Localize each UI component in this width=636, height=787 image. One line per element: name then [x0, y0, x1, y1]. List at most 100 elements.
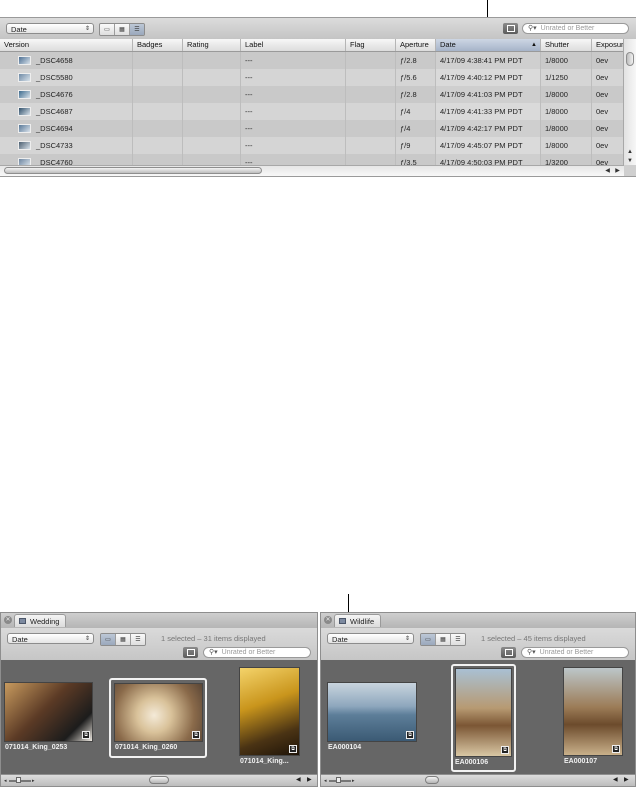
cell-version-text: _DSC4687: [36, 107, 73, 116]
table-row[interactable]: _DSC4694 --- ƒ/4 4/17/09 4:42:17 PM PDT 1/80…: [0, 120, 624, 137]
filter-icon: [506, 25, 515, 32]
column-header-rating[interactable]: Rating: [183, 39, 241, 51]
table-row[interactable]: _DSC4733 --- ƒ/9 4/17/09 4:45:07 PM PDT 1/80…: [0, 137, 624, 154]
scroll-left-icon[interactable]: ◀: [296, 776, 301, 783]
column-header-version[interactable]: Version: [0, 39, 133, 51]
list-view-button[interactable]: ☰: [130, 24, 144, 35]
grid-view-button[interactable]: ▦: [116, 634, 131, 645]
pane-toolbar: Date ⇕ ▭ ▦ ☰ 1 selected – 31 items displ…: [1, 628, 317, 661]
large-thumb-icon: ▸: [32, 778, 35, 784]
close-icon[interactable]: ✕: [4, 616, 12, 624]
cell-shutter: 1/8000: [541, 103, 592, 120]
column-header-exposure[interactable]: Exposure: [592, 39, 624, 51]
column-header-label[interactable]: Label: [241, 39, 346, 51]
grid-view-button[interactable]: ▦: [115, 24, 130, 35]
column-header-aperture[interactable]: Aperture: [396, 39, 436, 51]
photo-caption: 071014_King_0260: [115, 744, 178, 751]
photo-thumbnail[interactable]: ⧉: [114, 683, 203, 742]
filmstrip-view-button[interactable]: ▭: [100, 24, 115, 35]
thumbnail-size-slider[interactable]: ◂ ▸: [324, 777, 356, 784]
filter-hud-button[interactable]: [503, 23, 518, 34]
table-row[interactable]: _DSC5580 --- ƒ/5.6 4/17/09 4:40:12 PM PDT 1/…: [0, 69, 624, 86]
cell-badges: [133, 52, 183, 69]
scroll-down-icon[interactable]: ▼: [624, 157, 636, 166]
cell-shutter-text: 1/3200: [545, 158, 568, 165]
cell-flag: [346, 103, 396, 120]
version-badge-icon: ⧉: [501, 746, 509, 754]
cell-shutter: 1/8000: [541, 86, 592, 103]
filter-hud-button[interactable]: [501, 647, 516, 658]
grid-view-button[interactable]: ▦: [436, 634, 451, 645]
project-icon: [339, 618, 346, 624]
scroll-left-icon[interactable]: ◀: [603, 166, 612, 176]
cell-shutter-text: 1/8000: [545, 56, 568, 65]
cell-shutter: 1/1250: [541, 69, 592, 86]
cell-aperture: ƒ/5.6: [396, 69, 436, 86]
photo-thumbnail[interactable]: ⧉: [4, 682, 93, 742]
cell-badges: [133, 154, 183, 165]
cell-date: 4/17/09 4:50:03 PM PDT: [436, 154, 541, 165]
cell-exposure-text: 0ev: [596, 141, 609, 150]
tab-wildlife[interactable]: Wildlife: [334, 614, 382, 627]
search-field[interactable]: ⚲▾ Unrated or Better: [522, 23, 629, 34]
photo-thumbnail[interactable]: ⧉: [239, 667, 300, 756]
sort-ascending-icon: ▲: [531, 42, 537, 48]
table-row[interactable]: _DSC4676 --- ƒ/2.8 4/17/09 4:41:03 PM PDT 1/…: [0, 86, 624, 103]
list-view-button[interactable]: ☰: [131, 634, 145, 645]
scroll-left-icon[interactable]: ◀: [613, 776, 618, 783]
tab-wedding[interactable]: Wedding: [14, 614, 67, 627]
vertical-scroll-knob[interactable]: [626, 52, 634, 66]
column-header-date[interactable]: Date ▲: [436, 39, 541, 51]
table-row[interactable]: _DSC4760 --- ƒ/3.5 4/17/09 4:50:03 PM PDT 1/…: [0, 154, 624, 165]
table-row[interactable]: _DSC4658 --- ƒ/2.8 4/17/09 4:38:41 PM PDT 1/…: [0, 52, 624, 69]
horizontal-scroll-knob[interactable]: [149, 776, 169, 784]
cell-label: ---: [241, 154, 346, 165]
cell-exposure-text: 0ev: [596, 56, 609, 65]
cell-version-text: _DSC4694: [36, 124, 73, 133]
cell-badges: [133, 120, 183, 137]
filmstrip-view-button[interactable]: ▭: [421, 634, 436, 645]
cell-label-text: ---: [245, 124, 253, 133]
slider-thumb[interactable]: [336, 777, 341, 783]
scroll-right-icon[interactable]: ▶: [613, 166, 622, 176]
sort-popup[interactable]: Date ⇕: [6, 23, 94, 34]
scroll-up-icon[interactable]: ▲: [624, 148, 636, 157]
cell-label-text: ---: [245, 90, 253, 99]
close-icon[interactable]: ✕: [324, 616, 332, 624]
photo-thumbnail[interactable]: ⧉: [327, 682, 417, 742]
cell-exposure: 0ev: [592, 52, 624, 69]
table-row[interactable]: _DSC4687 --- ƒ/4 4/17/09 4:41:33 PM PDT 1/80…: [0, 103, 624, 120]
scroll-right-icon[interactable]: ▶: [307, 776, 312, 783]
thumbnail-size-slider[interactable]: ◂ ▸: [4, 777, 36, 784]
cell-exposure: 0ev: [592, 154, 624, 165]
sort-popup[interactable]: Date ⇕: [327, 633, 414, 644]
tab-wedding-label: Wedding: [30, 617, 60, 626]
horizontal-scrollbar[interactable]: ◀ ▶: [0, 165, 624, 176]
scroll-right-icon[interactable]: ▶: [624, 776, 629, 783]
cell-aperture-text: ƒ/5.6: [400, 73, 417, 82]
browser-toolbar: Date ⇕ ▭ ▦ ☰ ⚲▾ Unrated or Better: [0, 18, 636, 40]
filter-hud-button[interactable]: [183, 647, 198, 658]
cell-rating: [183, 137, 241, 154]
cell-shutter: 1/3200: [541, 154, 592, 165]
column-header-flag[interactable]: Flag: [346, 39, 396, 51]
slider-thumb[interactable]: [16, 777, 21, 783]
filmstrip-view-button[interactable]: ▭: [101, 634, 116, 645]
photo-thumbnail[interactable]: ⧉: [455, 668, 512, 757]
column-header-shutter[interactable]: Shutter: [541, 39, 592, 51]
cell-date-text: 4/17/09 4:38:41 PM PDT: [440, 56, 523, 65]
small-thumb-icon: ◂: [324, 778, 327, 784]
list-view-button[interactable]: ☰: [451, 634, 465, 645]
vertical-scrollbar[interactable]: ▲ ▼: [623, 39, 636, 165]
view-mode-control: ▭ ▦ ☰: [420, 633, 466, 646]
search-field[interactable]: ⚲▾ Unrated or Better: [521, 647, 629, 658]
sort-popup[interactable]: Date ⇕: [7, 633, 94, 644]
cell-date-text: 4/17/09 4:41:33 PM PDT: [440, 107, 523, 116]
search-field[interactable]: ⚲▾ Unrated or Better: [203, 647, 311, 658]
photo-thumbnail[interactable]: ⧉: [563, 667, 623, 756]
horizontal-scroll-knob[interactable]: [4, 167, 262, 174]
cell-aperture-text: ƒ/2.8: [400, 56, 417, 65]
horizontal-scroll-knob[interactable]: [425, 776, 439, 784]
column-header-badges[interactable]: Badges: [133, 39, 183, 51]
pane-tab-bar: ✕ Wildlife: [321, 613, 635, 629]
